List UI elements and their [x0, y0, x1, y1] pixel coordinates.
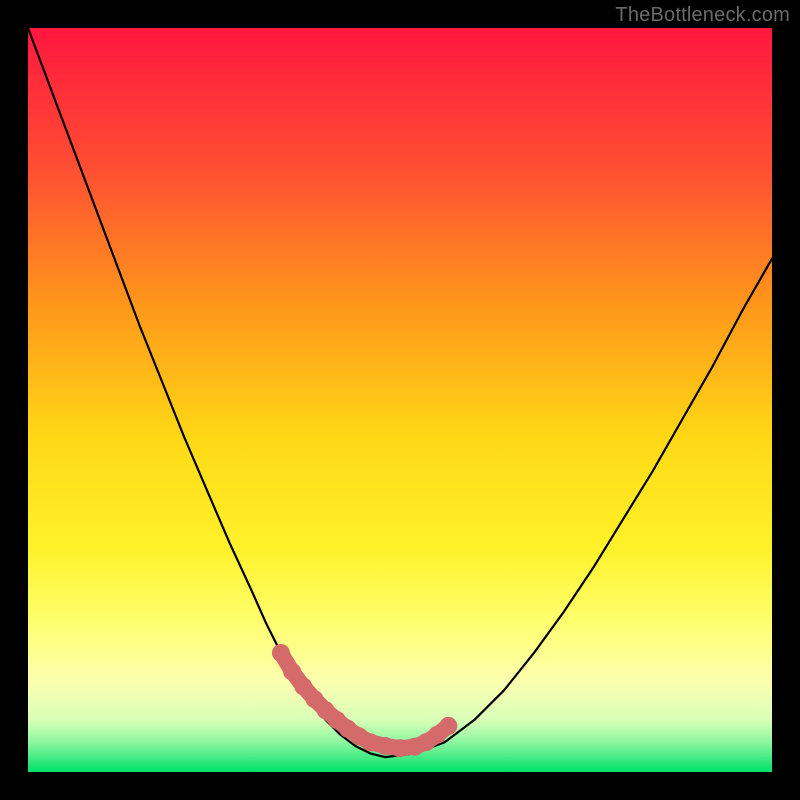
watermark-text: TheBottleneck.com [615, 4, 790, 27]
optimal-marker [439, 717, 457, 735]
chart-frame: TheBottleneck.com [0, 0, 800, 800]
optimal-marker [283, 663, 301, 681]
gradient-background [28, 28, 772, 772]
bottleneck-chart [28, 28, 772, 772]
optimal-marker [272, 644, 290, 662]
